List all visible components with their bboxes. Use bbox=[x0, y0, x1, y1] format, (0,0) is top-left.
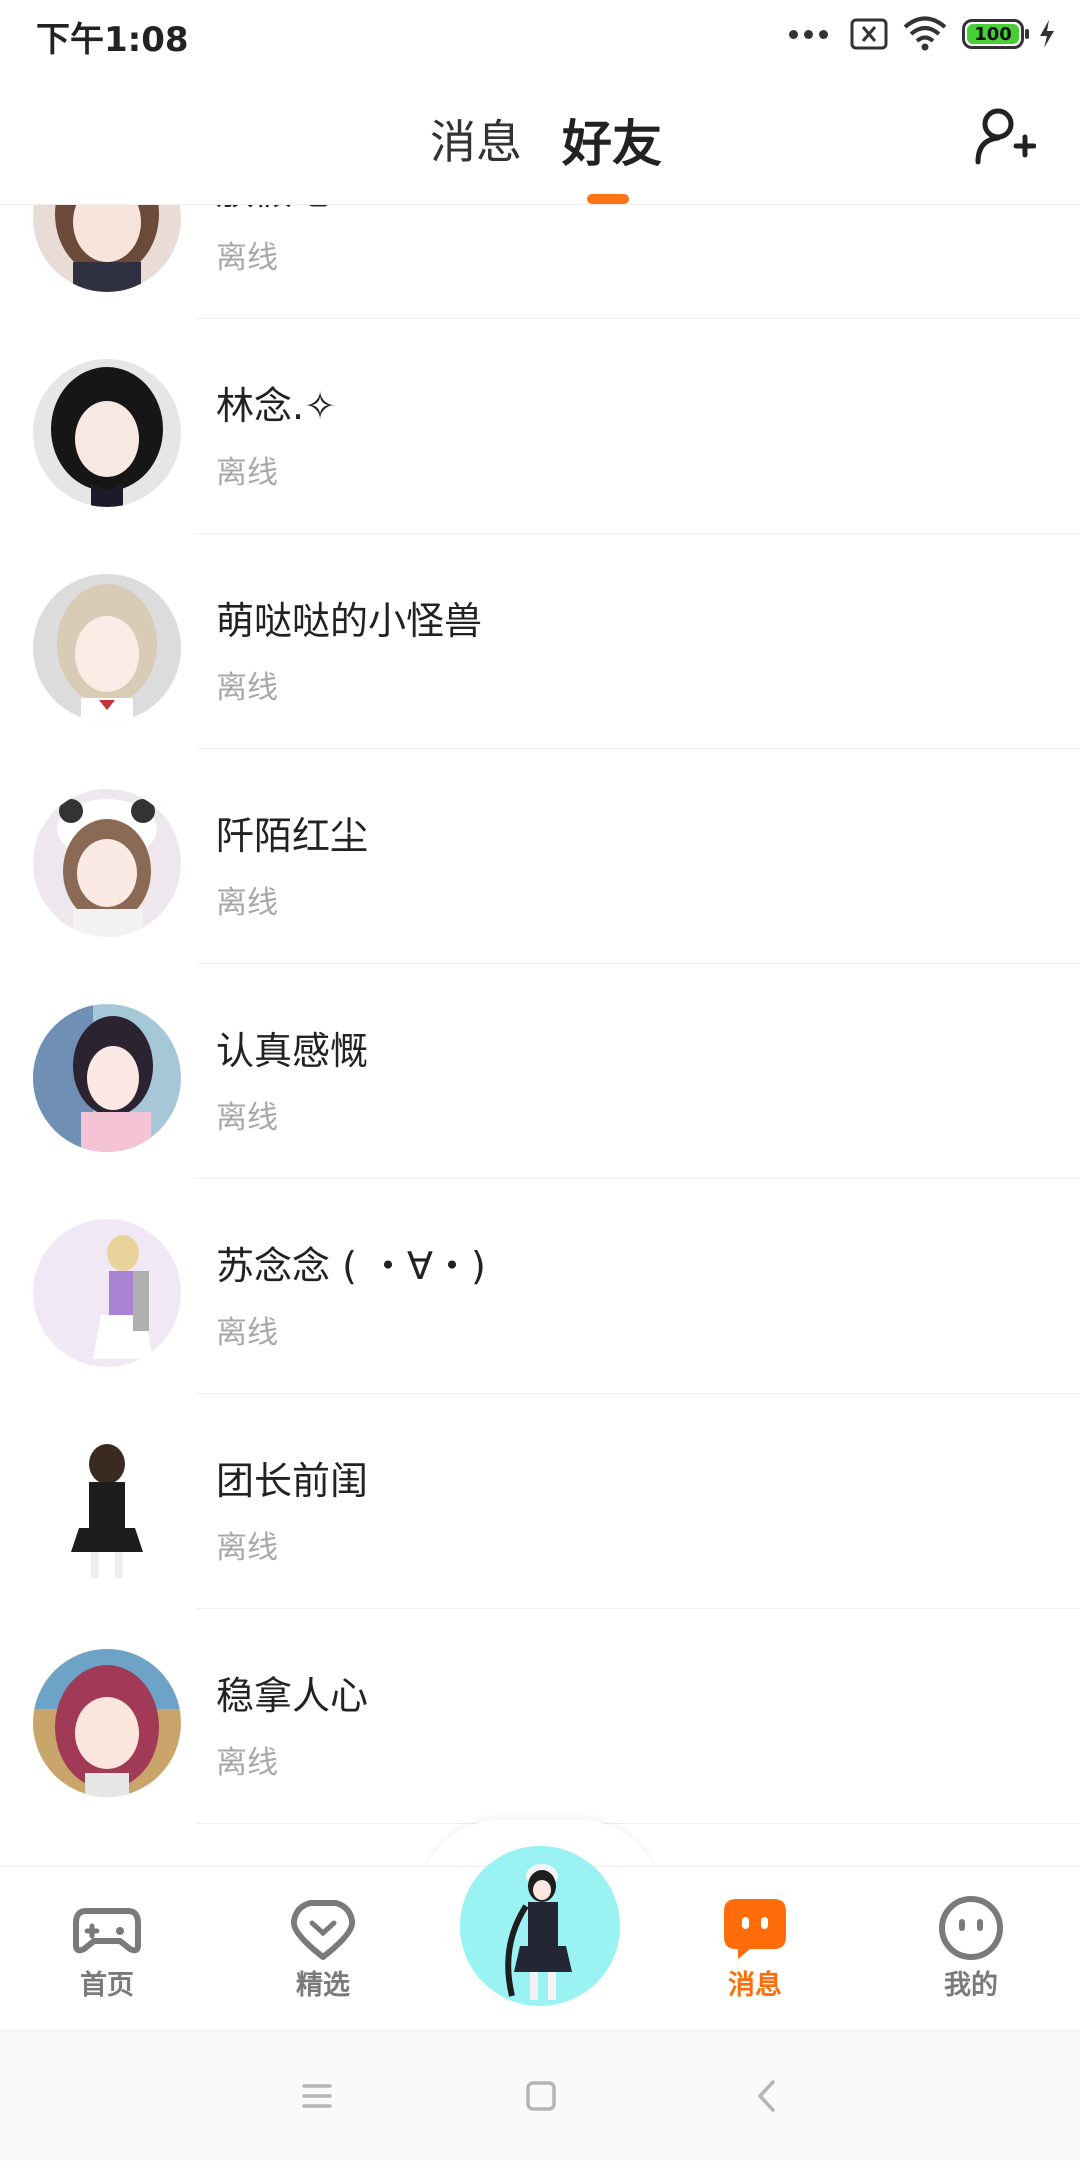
friend-name: 稳拿人心 bbox=[216, 1674, 369, 1718]
back-icon[interactable] bbox=[740, 2069, 794, 2123]
list-item[interactable]: 苏念念 ( ・∀・) 离线 bbox=[0, 1179, 1080, 1394]
list-item[interactable]: 萌哒哒的小怪兽 离线 bbox=[0, 534, 1080, 749]
avatar bbox=[33, 1219, 181, 1367]
nav-item-messages[interactable]: 消息 bbox=[680, 1867, 830, 2031]
list-item[interactable]: 稳拿人心 离线 bbox=[0, 1609, 1080, 1824]
more-dots-icon bbox=[789, 29, 828, 39]
divider bbox=[196, 1823, 1080, 1824]
charging-icon bbox=[1040, 20, 1054, 48]
nav-label: 精选 bbox=[296, 1970, 350, 2001]
add-friend-icon[interactable] bbox=[972, 104, 1036, 168]
nav-label: 消息 bbox=[728, 1970, 782, 2001]
avatar bbox=[33, 1434, 181, 1582]
friend-status: 离线 bbox=[216, 670, 278, 706]
friend-name: 萌哒哒的小怪兽 bbox=[216, 599, 483, 643]
header: 消息 好友 bbox=[0, 70, 1080, 205]
battery-icon: 100 bbox=[962, 19, 1029, 49]
tab-messages[interactable]: 消息 bbox=[430, 106, 522, 172]
nav-item-home[interactable]: 首页 bbox=[32, 1867, 182, 2031]
avatar bbox=[33, 205, 181, 292]
list-item[interactable]: 放假吧!!! 离线 bbox=[0, 205, 1080, 319]
nav-label: 首页 bbox=[80, 1970, 134, 2001]
friend-name: 阡陌红尘 bbox=[216, 814, 369, 858]
nav-item-featured[interactable]: 精选 bbox=[248, 1867, 398, 2031]
list-item[interactable]: 林念.✧ 离线 bbox=[0, 319, 1080, 534]
heart-badge-icon bbox=[290, 1900, 356, 1960]
list-item[interactable]: 认真感慨 离线 bbox=[0, 964, 1080, 1179]
status-time: 下午1:08 bbox=[36, 20, 189, 60]
tab-friends[interactable]: 好友 bbox=[562, 104, 662, 176]
menu-icon[interactable] bbox=[290, 2069, 344, 2123]
list-item[interactable]: 团长前闺 离线 bbox=[0, 1394, 1080, 1609]
system-nav-bar bbox=[0, 2030, 1080, 2161]
nav-item-me[interactable]: 我的 bbox=[896, 1867, 1046, 2031]
home-icon[interactable] bbox=[514, 2069, 568, 2123]
wifi-icon bbox=[903, 16, 947, 51]
friend-status: 离线 bbox=[216, 885, 278, 921]
friend-status: 离线 bbox=[216, 1745, 278, 1781]
active-tab-indicator bbox=[587, 194, 629, 204]
avatar bbox=[33, 789, 181, 937]
character-avatar bbox=[460, 1846, 620, 2006]
friend-status: 离线 bbox=[216, 1100, 278, 1136]
friend-name: 林念.✧ bbox=[216, 384, 336, 428]
avatar bbox=[33, 1649, 181, 1797]
no-sim-icon bbox=[850, 18, 888, 50]
avatar bbox=[33, 1004, 181, 1152]
avatar bbox=[33, 359, 181, 507]
nav-label: 我的 bbox=[944, 1970, 998, 2001]
status-icons: 100 bbox=[789, 14, 1056, 54]
friend-list[interactable]: 放假吧!!! 离线 林念.✧ 离线 萌哒哒的小怪兽 离线 阡陌红尘 离线 bbox=[0, 205, 1080, 1865]
friend-name: 放假吧!!! bbox=[216, 205, 376, 215]
gamepad-icon bbox=[73, 1908, 141, 1954]
list-item[interactable]: 阡陌红尘 离线 bbox=[0, 749, 1080, 964]
friend-status: 离线 bbox=[216, 455, 278, 491]
avatar bbox=[33, 574, 181, 722]
face-icon bbox=[939, 1896, 1003, 1960]
message-bubble-icon bbox=[724, 1899, 786, 1959]
friend-status: 离线 bbox=[216, 1530, 278, 1566]
friend-name: 认真感慨 bbox=[216, 1029, 369, 1073]
friend-status: 离线 bbox=[216, 240, 278, 276]
friend-status: 离线 bbox=[216, 1315, 278, 1351]
friend-name: 苏念念 ( ・∀・) bbox=[216, 1244, 486, 1288]
status-bar: 下午1:08 100 bbox=[0, 0, 1080, 70]
friend-name: 团长前闺 bbox=[216, 1459, 369, 1503]
center-character-button[interactable] bbox=[460, 1846, 620, 2006]
